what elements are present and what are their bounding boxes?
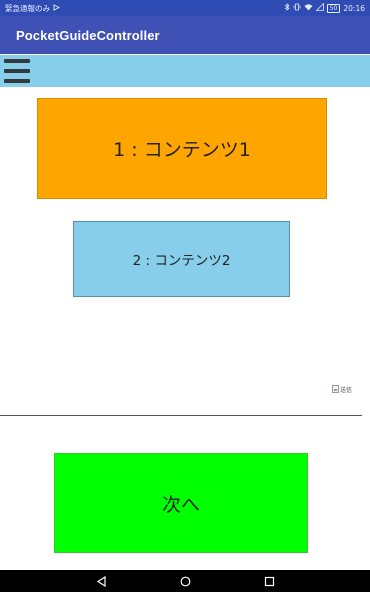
bluetooth-icon: [284, 3, 290, 13]
app-bar: PocketGuideController: [0, 16, 370, 54]
broken-image-icon: [332, 385, 339, 393]
system-nav-bar: [0, 570, 370, 592]
send-image[interactable]: 送信: [332, 384, 352, 394]
vibrate-icon: [293, 3, 301, 13]
status-left: 緊急通報のみ: [5, 3, 61, 14]
status-time: 20:16: [343, 3, 365, 13]
status-bar: 緊急通報のみ 50 20:16: [0, 0, 370, 16]
divider: [0, 415, 362, 416]
hamburger-menu-icon[interactable]: [4, 59, 30, 83]
app-title: PocketGuideController: [16, 27, 160, 43]
back-icon[interactable]: [95, 575, 107, 587]
status-right: 50 20:16: [284, 2, 365, 13]
content-2-button[interactable]: 2 : コンテンツ2: [73, 221, 290, 297]
hamburger-bar: [4, 69, 30, 73]
wifi-icon: [304, 3, 313, 13]
home-icon[interactable]: [179, 575, 191, 587]
hamburger-bar: [4, 79, 30, 83]
carrier-status-text: 緊急通報のみ: [5, 3, 50, 13]
content-1-button[interactable]: 1 : コンテンツ1: [37, 98, 327, 199]
battery-level: 50: [329, 4, 338, 12]
menu-strip: [0, 55, 370, 87]
usb-debug-icon: [53, 3, 61, 13]
app-screen: 緊急通報のみ 50 20:16 PocketGuideController 1 …: [0, 0, 370, 592]
battery-icon: 50: [326, 3, 341, 13]
next-button[interactable]: 次へ: [54, 453, 308, 553]
recent-apps-icon[interactable]: [263, 575, 275, 587]
signal-icon: [315, 2, 324, 13]
hamburger-bar: [4, 59, 30, 63]
send-image-alt: 送信: [340, 386, 353, 394]
